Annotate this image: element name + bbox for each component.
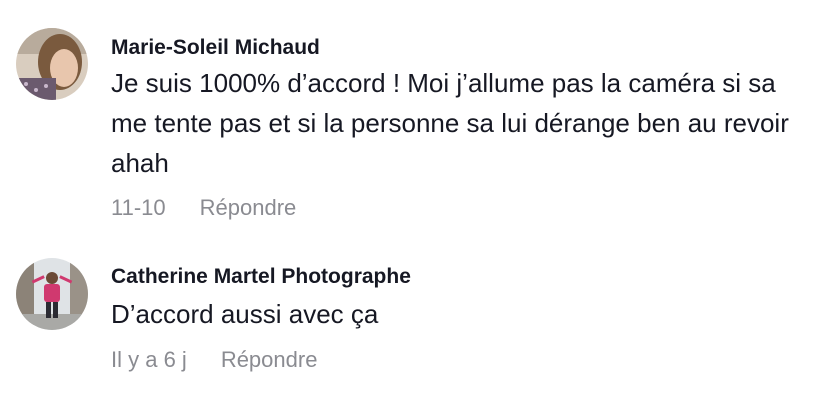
comment-date: 11-10 <box>111 195 166 220</box>
reply-button[interactable]: Répondre <box>221 347 318 372</box>
comment-author[interactable]: Catherine Martel Photographe <box>111 265 411 289</box>
comment-text: Je suis 1000% d’accord ! Moi j’allume pa… <box>111 68 789 178</box>
avatar[interactable] <box>16 258 88 330</box>
comment-text: D’accord aussi avec ça <box>111 299 379 329</box>
avatar-photo <box>16 258 88 330</box>
comment-item: Marie-Soleil Michaud Je suis 1000% d’acc… <box>0 0 820 240</box>
avatar-photo <box>16 28 88 100</box>
comment-item: Catherine Martel Photographe D’accord au… <box>0 240 820 412</box>
comment-meta: 11-10 Répondre <box>111 195 296 221</box>
avatar[interactable] <box>16 28 88 100</box>
reply-button[interactable]: Répondre <box>200 195 297 220</box>
comment-meta: Il y a 6 j Répondre <box>111 347 317 373</box>
comment-author[interactable]: Marie-Soleil Michaud <box>111 36 320 60</box>
comment-date: Il y a 6 j <box>111 347 187 372</box>
